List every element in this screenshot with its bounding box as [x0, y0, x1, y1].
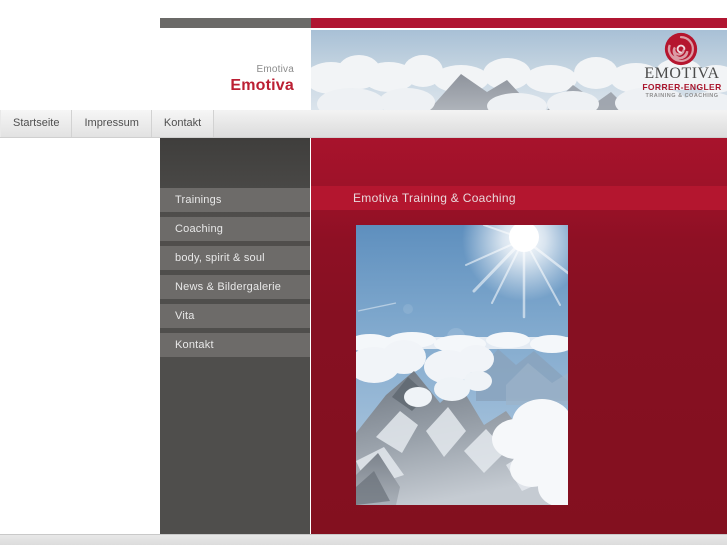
sidebar-item-coaching[interactable]: Coaching: [160, 217, 310, 241]
tab-impressum[interactable]: Impressum: [72, 110, 152, 137]
sidebar-navigation: Trainings Coaching body, spirit & soul N…: [160, 138, 310, 534]
sidebar-item-kontakt[interactable]: Kontakt: [160, 333, 310, 357]
header-banner-image: EMOTIVA FORRER-ENGLER TRAINING & COACHIN…: [311, 30, 727, 110]
brand-logo[interactable]: EMOTIVA FORRER-ENGLER TRAINING & COACHIN…: [637, 30, 727, 110]
logo-subtitle: FORRER-ENGLER: [642, 82, 722, 92]
logo-tagline: TRAINING & COACHING: [645, 93, 719, 99]
sidebar-item-trainings[interactable]: Trainings: [160, 188, 310, 212]
page-footer: [0, 534, 727, 545]
sidebar-item-body-spirit-soul[interactable]: body, spirit & soul: [160, 246, 310, 270]
site-title-block: Emotiva Emotiva: [160, 30, 311, 110]
logo-name: EMOTIVA: [644, 65, 720, 82]
top-navigation: Startseite Impressum Kontakt: [0, 110, 727, 138]
site-title-small: Emotiva: [256, 64, 294, 75]
header-accent-bar-red: [311, 18, 727, 28]
content-image: [356, 225, 568, 505]
header-accent-bar-gray: [160, 18, 311, 28]
page-title: Emotiva Training & Coaching: [311, 186, 727, 210]
content-panel: Emotiva Training & Coaching: [311, 138, 727, 534]
tab-startseite[interactable]: Startseite: [0, 110, 73, 137]
sidebar-item-vita[interactable]: Vita: [160, 304, 310, 328]
main-body: Trainings Coaching body, spirit & soul N…: [0, 138, 727, 536]
site-header: Emotiva Emotiva EMOTIVA FORRER-ENGLER TR…: [0, 0, 727, 110]
tab-kontakt[interactable]: Kontakt: [151, 110, 215, 137]
sidebar-item-news-bildergalerie[interactable]: News & Bildergalerie: [160, 275, 310, 299]
spiral-icon: [664, 32, 698, 66]
site-title-large: Emotiva: [230, 77, 294, 94]
content-illustration: [356, 225, 568, 505]
page-root: Emotiva Emotiva EMOTIVA FORRER-ENGLER TR…: [0, 0, 727, 545]
